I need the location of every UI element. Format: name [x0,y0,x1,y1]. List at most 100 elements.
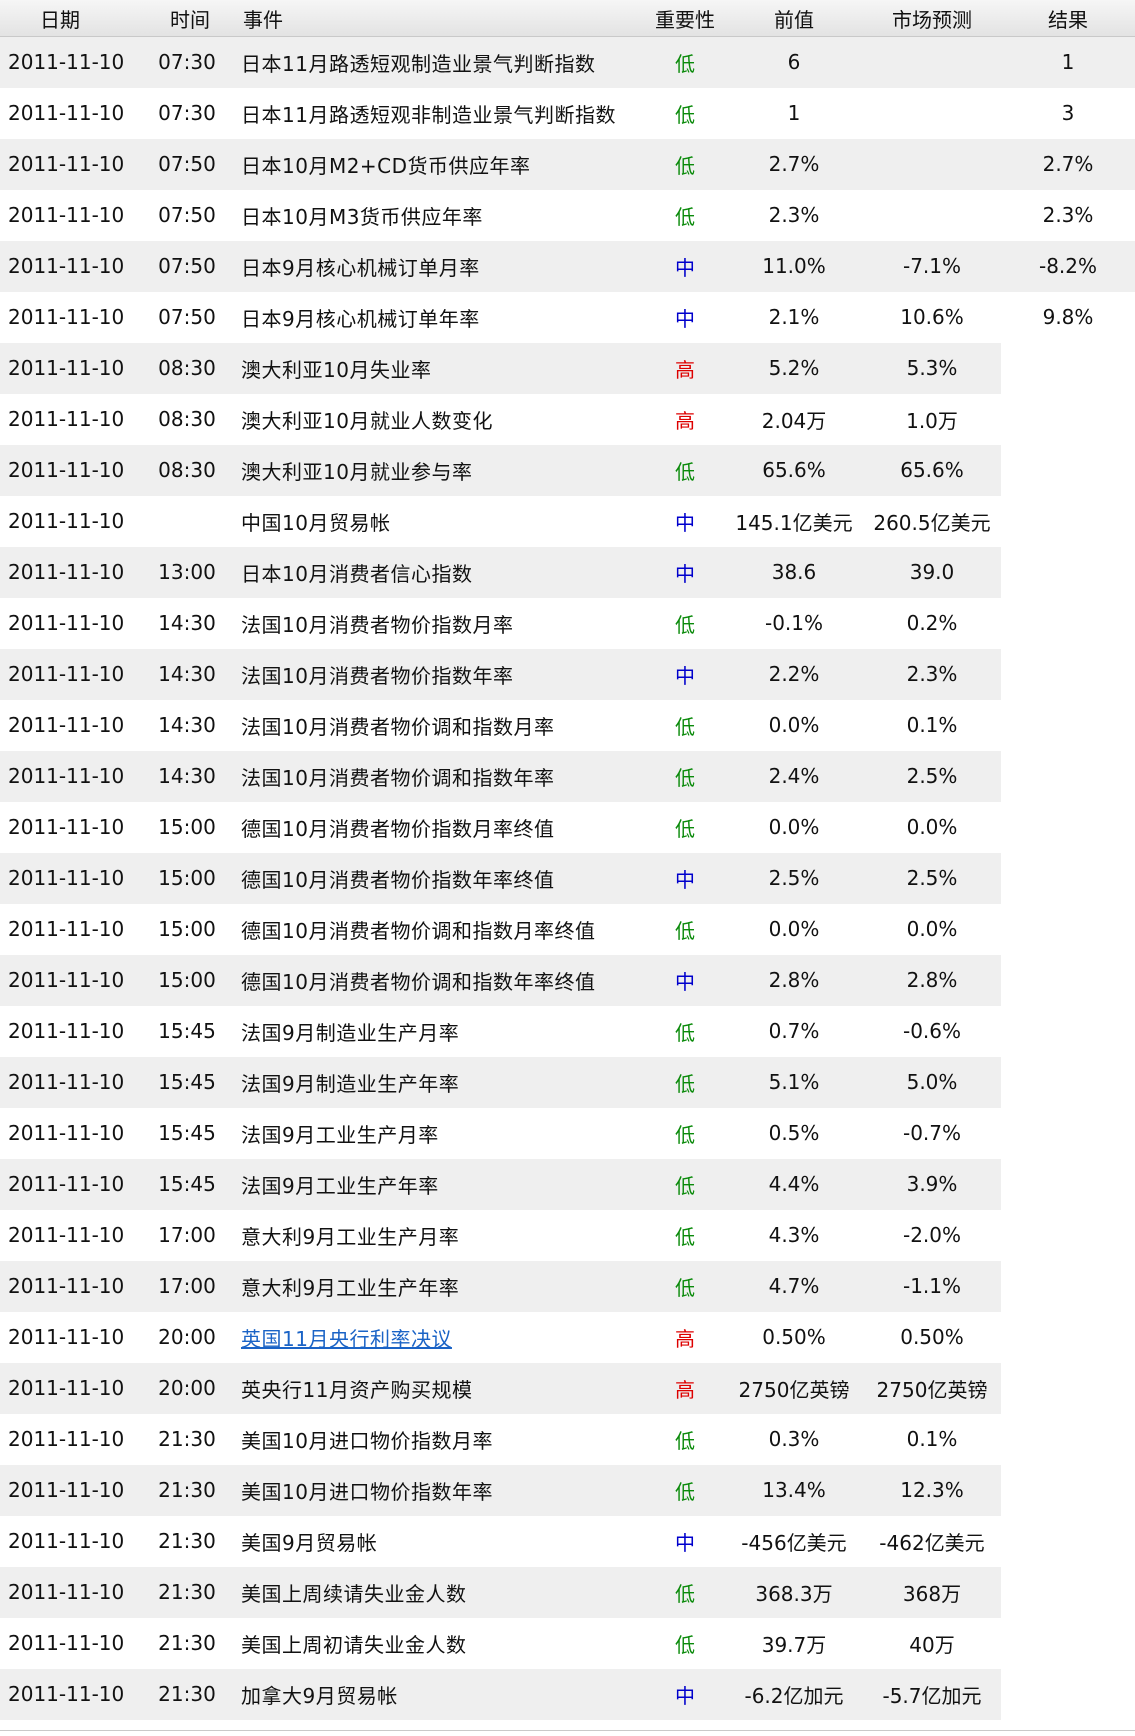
row-date: 2011-11-10 [8,407,125,431]
row-event-cell: 中国10月贸易帐 [235,496,645,547]
row-event: 意大利9月工业生产年率 [241,1275,460,1300]
row-event-cell: 意大利9月工业生产年率 [235,1260,645,1312]
row-time: 17:00 [158,1274,216,1298]
row-forecast-cell: 0.2% [863,598,1001,649]
row-previous: 65.6% [762,458,826,482]
row-event-cell: 法国10月消费者物价指数年率 [235,648,645,700]
row-time-cell: 15:00 [145,852,235,904]
row-previous: 2.4% [768,764,820,788]
row-result-cell [1001,1210,1135,1261]
row-date-cell: 2011-11-10 [0,1618,145,1669]
row-importance-cell: 低 [645,1618,725,1669]
row-result-cell [1001,1312,1135,1363]
row-previous-cell: 0.7% [725,1006,863,1057]
row-result-cell: 2.3% [1001,190,1135,241]
row-date-cell: 2011-11-10 [0,292,145,343]
table-row: 2011-11-10 15:00 德国10月消费者物价调和指数月率终值 低 0.0% 0.… [0,904,1135,955]
row-event-cell: 德国10月消费者物价指数年率终值 [235,852,645,904]
row-result-cell [1001,343,1135,394]
row-previous-cell: 4.7% [725,1260,863,1312]
row-previous: 145.1亿美元 [735,510,853,535]
row-previous-cell: 38.6 [725,546,863,598]
row-time: 15:45 [158,1070,216,1094]
row-previous-cell: 0.0% [725,802,863,853]
row-importance: 低 [675,153,695,178]
row-previous: 0.0% [768,815,820,839]
row-forecast: 260.5亿美元 [873,510,991,535]
row-event: 法国10月消费者物价调和指数月率 [241,714,555,739]
row-time: 21:30 [158,1631,216,1655]
row-event-cell: 澳大利亚10月就业参与率 [235,444,645,496]
row-importance: 低 [675,51,695,76]
row-previous: 2.5% [768,866,820,890]
row-time-cell: 21:30 [145,1516,235,1567]
row-importance: 中 [675,1530,695,1555]
table-row: 2011-11-10 07:30 日本11月路透短观非制造业景气判断指数 低 1 3 [0,88,1135,139]
header-result: 结果 [1001,0,1135,37]
event-link[interactable]: 英国11月央行利率决议 [241,1327,452,1351]
row-date-cell: 2011-11-10 [0,1312,145,1363]
row-result-cell [1001,955,1135,1006]
row-previous-cell: 1 [725,88,863,139]
row-date: 2011-11-10 [8,815,125,839]
row-previous: -456亿美元 [741,1530,847,1555]
row-event-cell: 日本11月路透短观非制造业景气判断指数 [235,88,645,139]
row-importance-cell: 高 [645,1362,725,1414]
row-importance-cell: 低 [645,1006,725,1057]
row-importance: 中 [675,867,695,892]
row-previous: 5.1% [768,1070,820,1094]
row-date-cell: 2011-11-10 [0,700,145,751]
row-event: 意大利9月工业生产月率 [241,1224,460,1249]
row-importance: 中 [675,1683,695,1708]
row-event: 法国10月消费者物价指数年率 [241,663,514,688]
row-result-cell [1001,1516,1135,1567]
row-importance: 中 [675,969,695,994]
row-time-cell: 15:45 [145,1158,235,1210]
row-time-cell: 14:30 [145,700,235,751]
row-event: 德国10月消费者物价指数年率终值 [241,867,555,892]
row-forecast: -0.6% [902,1019,962,1043]
row-time-cell: 21:30 [145,1668,235,1720]
row-date: 2011-11-10 [8,458,125,482]
row-date-cell: 2011-11-10 [0,88,145,139]
table-row: 2011-11-10 15:45 法国9月制造业生产月率 低 0.7% -0.6% [0,1006,1135,1057]
row-event-cell: 美国10月进口物价指数月率 [235,1414,645,1465]
table-bottom-border [0,1730,1135,1731]
row-forecast-cell: -0.6% [863,1006,1001,1057]
economic-calendar-table: 日期 时间 事件 重要性 前值 市场预测 结果 2011-11-10 07:30 日… [0,0,1135,1720]
row-date: 2011-11-10 [8,1274,125,1298]
row-importance: 低 [675,1479,695,1504]
row-event: 日本11月路透短观制造业景气判断指数 [241,51,596,76]
row-previous-cell: 145.1亿美元 [725,496,863,547]
row-previous: 0.7% [768,1019,820,1043]
row-forecast-cell: 2.5% [863,750,1001,802]
row-forecast-cell: 2750亿英镑 [863,1362,1001,1414]
row-importance: 低 [675,1173,695,1198]
row-event: 法国9月制造业生产年率 [241,1071,460,1096]
row-importance: 低 [675,459,695,484]
row-forecast: 39.0 [909,560,955,584]
row-previous-cell: 2.3% [725,190,863,241]
row-event: 德国10月消费者物价指数月率终值 [241,816,555,841]
row-date: 2011-11-10 [8,254,125,278]
row-event-cell: 加拿大9月贸易帐 [235,1668,645,1720]
row-importance-cell: 低 [645,1210,725,1261]
row-importance-cell: 低 [645,88,725,139]
table-row: 2011-11-10 13:00 日本10月消费者信心指数 中 38.6 39.0 [0,546,1135,598]
row-date-cell: 2011-11-10 [0,36,145,88]
table-row: 2011-11-10 21:30 美国上周续请失业金人数 低 368.3万 368万 [0,1566,1135,1618]
row-importance: 低 [675,1071,695,1096]
row-event: 法国9月制造业生产月率 [241,1020,460,1045]
row-event-cell: 日本11月路透短观制造业景气判断指数 [235,36,645,88]
row-importance-cell: 中 [645,1668,725,1720]
row-forecast-cell: 260.5亿美元 [863,496,1001,547]
row-time-cell: 15:45 [145,1108,235,1159]
row-date-cell: 2011-11-10 [0,1516,145,1567]
row-result-cell: 1 [1001,36,1135,88]
row-forecast: 0.2% [906,611,958,635]
table-row: 2011-11-10 21:30 加拿大9月贸易帐 中 -6.2亿加元 -5.7亿加元 [0,1668,1135,1720]
row-date-cell: 2011-11-10 [0,138,145,190]
row-result-cell [1001,1465,1135,1516]
row-time: 07:50 [158,254,216,278]
row-event: 日本10月M2+CD货币供应年率 [241,153,531,178]
